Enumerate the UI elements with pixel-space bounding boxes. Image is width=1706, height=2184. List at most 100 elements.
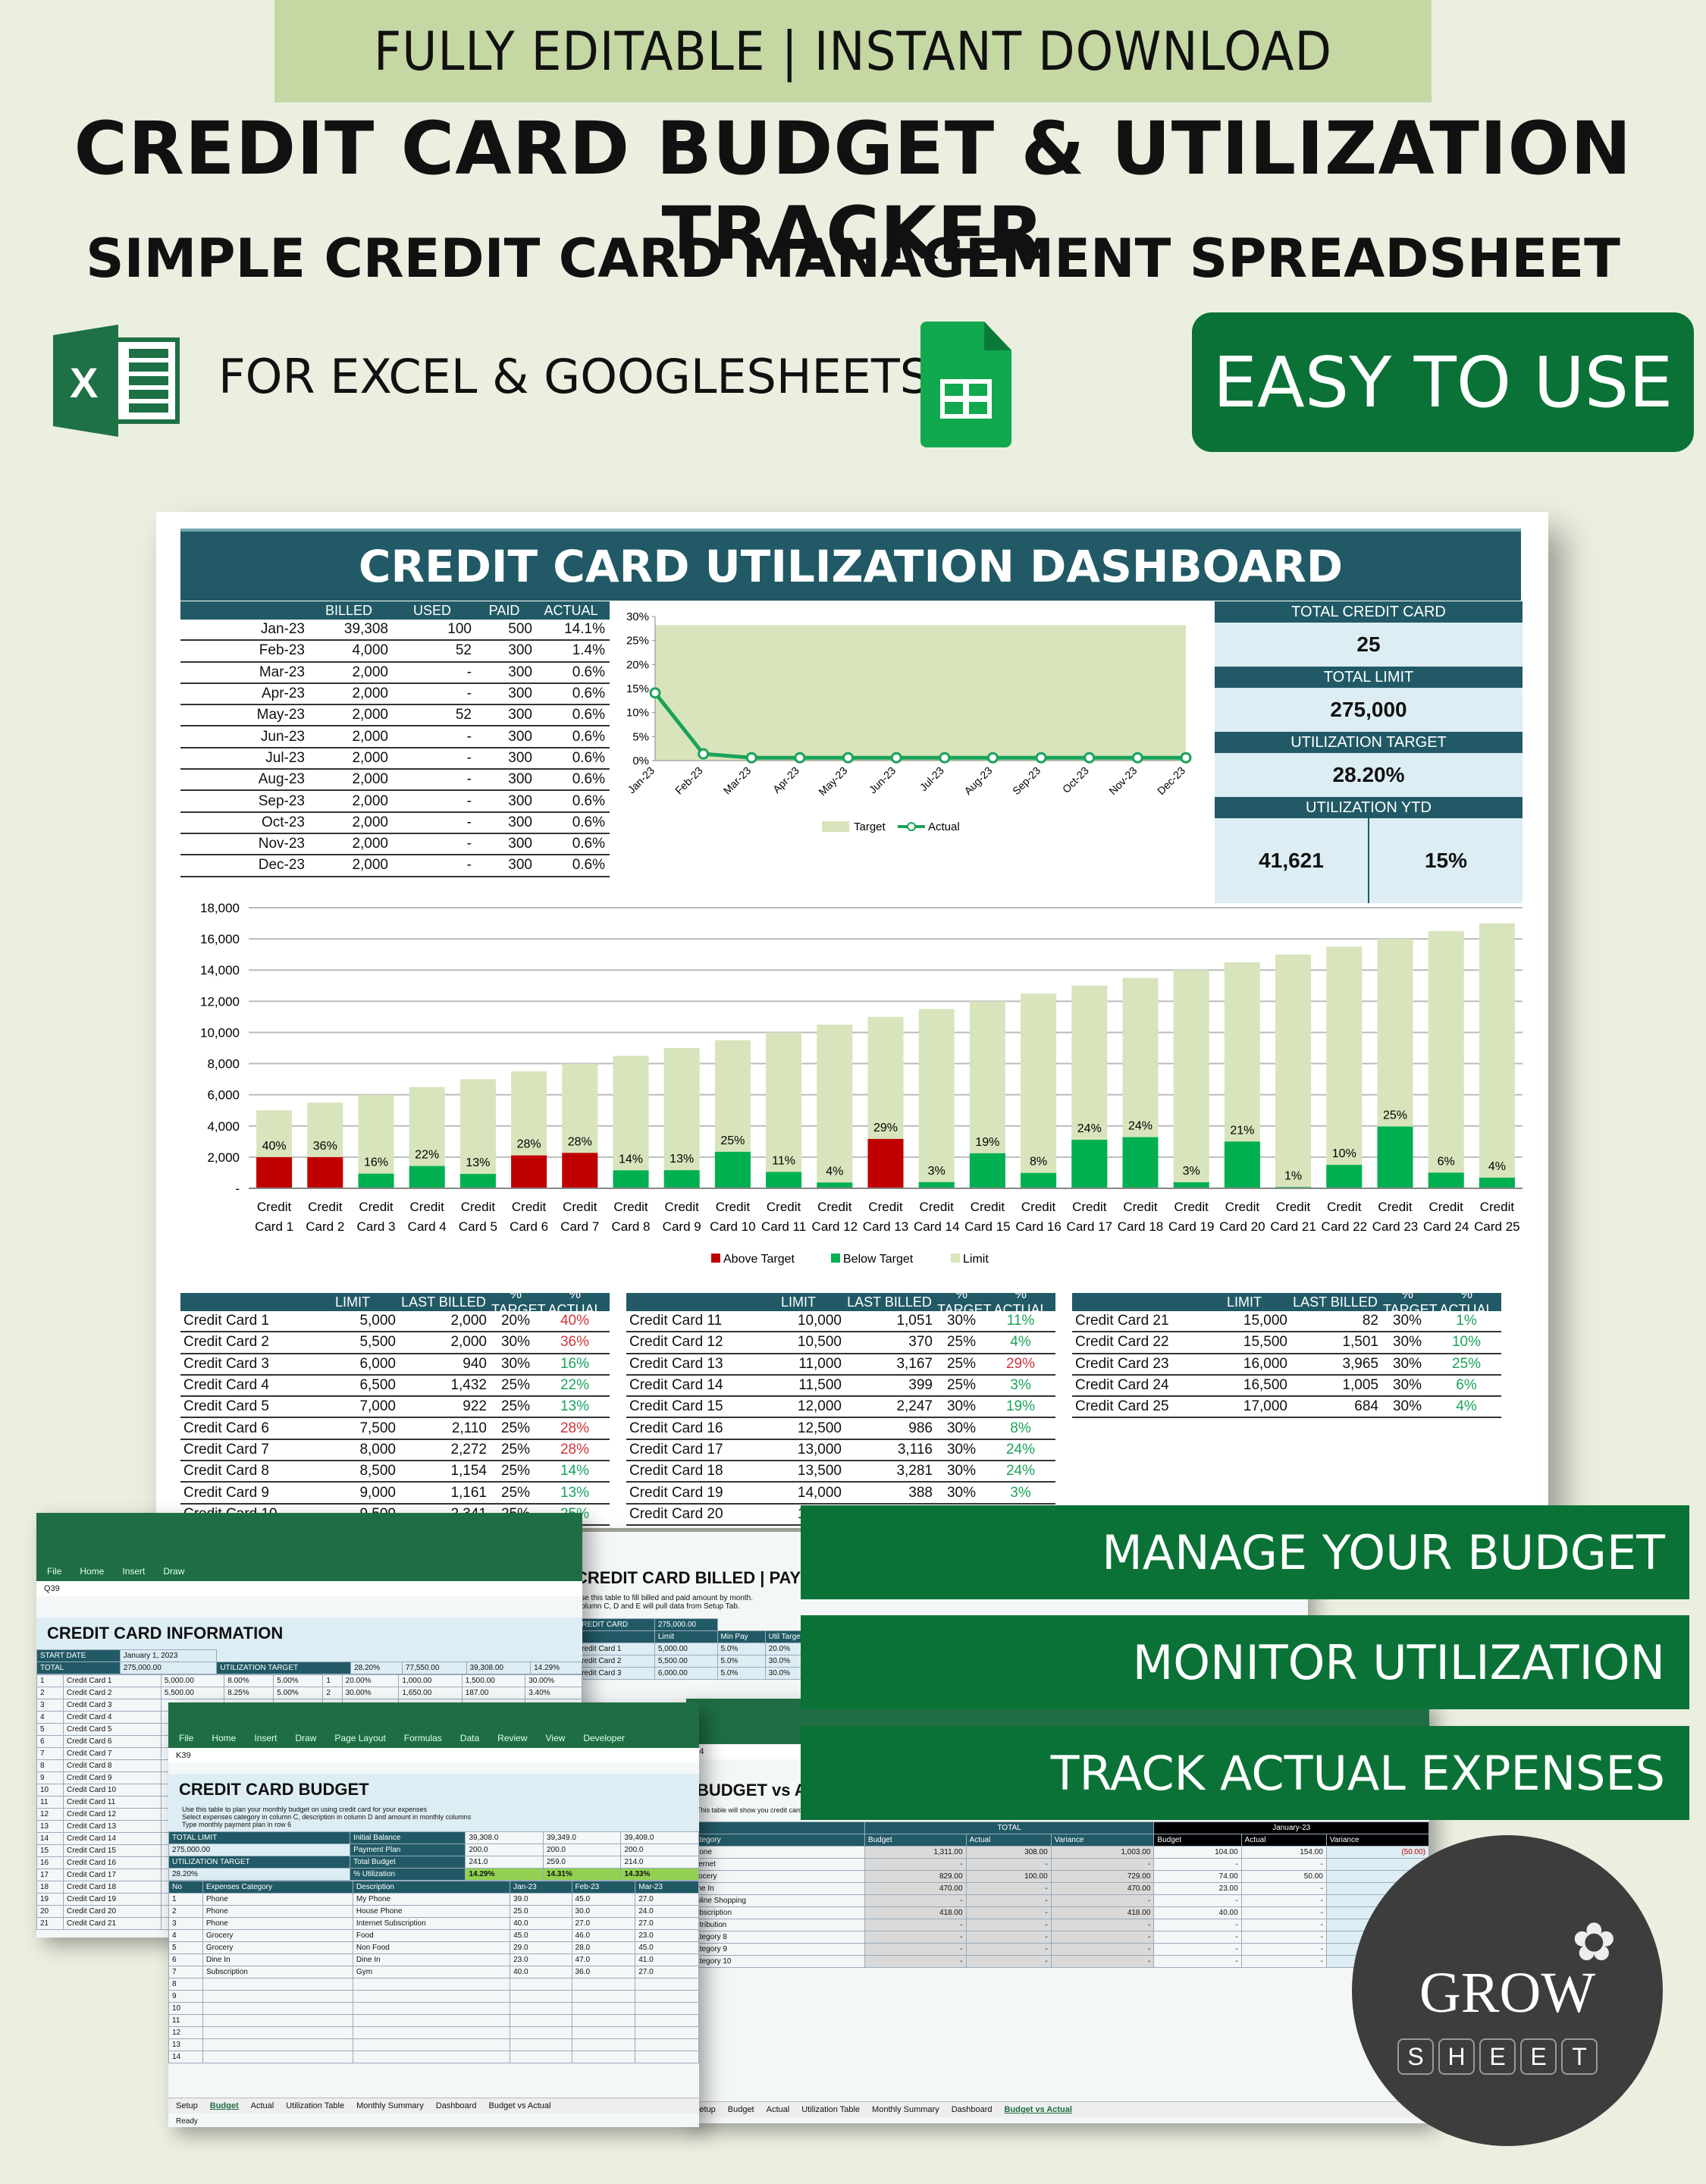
cell[interactable] bbox=[510, 2051, 572, 2063]
cell[interactable]: - bbox=[965, 1894, 1052, 1907]
cell[interactable] bbox=[571, 2014, 636, 2027]
cell[interactable] bbox=[352, 2002, 511, 2015]
cell[interactable]: - bbox=[1153, 1955, 1242, 1968]
cell[interactable]: - bbox=[1240, 1955, 1327, 1968]
cell[interactable]: 5 bbox=[168, 1941, 203, 1954]
cell[interactable]: Credit Card 14 bbox=[63, 1832, 162, 1845]
cell[interactable] bbox=[635, 1978, 699, 1991]
cell[interactable]: - bbox=[864, 1943, 967, 1956]
sheet-tab[interactable]: Setup bbox=[176, 2101, 198, 2110]
cell[interactable]: 6 bbox=[36, 1735, 64, 1748]
cell[interactable]: 24.0 bbox=[635, 1905, 699, 1918]
cell[interactable]: - bbox=[1240, 1894, 1327, 1907]
cell[interactable]: Category 8 bbox=[686, 1931, 865, 1944]
cell[interactable]: - bbox=[864, 1919, 967, 1931]
cell[interactable]: Credit Card 8 bbox=[63, 1759, 162, 1772]
cell[interactable]: - bbox=[1050, 1919, 1155, 1931]
cell[interactable]: 3 bbox=[36, 1699, 64, 1712]
cell[interactable]: 7 bbox=[168, 1966, 203, 1978]
menu-item[interactable]: Formulas bbox=[404, 1733, 442, 1743]
menu-item[interactable]: Data bbox=[460, 1733, 479, 1743]
cell[interactable]: 21 bbox=[36, 1917, 64, 1930]
cell[interactable]: My Phone bbox=[352, 1893, 511, 1906]
cell[interactable]: Phone bbox=[202, 1905, 353, 1918]
cell[interactable]: Phone bbox=[202, 1893, 353, 1906]
cell[interactable]: (50.00) bbox=[1325, 1846, 1429, 1859]
cell[interactable]: - bbox=[1050, 1931, 1155, 1944]
cell[interactable]: Credit Card 6 bbox=[63, 1735, 162, 1748]
cell[interactable]: 23.00 bbox=[1153, 1882, 1242, 1895]
sheet-tab[interactable]: Actual bbox=[251, 2101, 274, 2110]
cell[interactable]: 154.00 bbox=[1240, 1846, 1327, 1859]
cell[interactable] bbox=[635, 1990, 699, 2003]
cell[interactable]: - bbox=[965, 1955, 1052, 1968]
cell[interactable]: - bbox=[864, 1931, 967, 1944]
cell[interactable]: 45.0 bbox=[571, 1893, 636, 1906]
cell[interactable]: Phone bbox=[202, 1917, 353, 1930]
cell[interactable] bbox=[352, 1978, 511, 1991]
cell[interactable]: 40.0 bbox=[510, 1966, 572, 1978]
cell[interactable]: Internet bbox=[686, 1858, 865, 1871]
cell[interactable]: 5,000.00 bbox=[654, 1643, 718, 1655]
cell[interactable]: 74.00 bbox=[1153, 1870, 1242, 1883]
sheet-tab[interactable]: Budget bbox=[728, 2105, 754, 2114]
cell[interactable]: Phone bbox=[686, 1846, 865, 1859]
cell[interactable]: 17 bbox=[36, 1869, 64, 1881]
menu-item[interactable]: Draw bbox=[295, 1733, 316, 1743]
cell[interactable] bbox=[352, 2051, 511, 2063]
menu-insert[interactable]: Insert bbox=[122, 1566, 145, 1577]
cell[interactable] bbox=[352, 1990, 511, 2003]
cell[interactable]: 36.0 bbox=[571, 1966, 636, 1978]
sheet-tab[interactable]: Budget vs Actual bbox=[489, 2101, 551, 2110]
cell[interactable]: Grocery bbox=[202, 1929, 353, 1942]
cell[interactable]: Credit Card 19 bbox=[63, 1893, 162, 1906]
menu-item[interactable]: Home bbox=[212, 1733, 236, 1743]
cell[interactable] bbox=[510, 2014, 572, 2027]
cell[interactable]: 5.00% bbox=[273, 1674, 324, 1687]
cell[interactable]: 39.0 bbox=[510, 1893, 572, 1906]
cell[interactable]: Credit Card 10 bbox=[63, 1784, 162, 1796]
cell[interactable]: 2 bbox=[36, 1687, 64, 1699]
cell[interactable] bbox=[352, 2014, 511, 2027]
sheet-tab[interactable]: Monthly Summary bbox=[356, 2101, 424, 2110]
cell[interactable] bbox=[510, 1978, 572, 1991]
cell[interactable]: Credit Card 18 bbox=[63, 1881, 162, 1894]
cell[interactable] bbox=[571, 2026, 636, 2039]
cell[interactable]: - bbox=[864, 1858, 967, 1871]
cell[interactable]: 5 bbox=[36, 1723, 64, 1736]
cell[interactable]: - bbox=[1240, 1882, 1327, 1895]
cell[interactable]: 14 bbox=[36, 1832, 64, 1845]
cell[interactable]: 11 bbox=[168, 2014, 203, 2027]
cell[interactable]: 11 bbox=[36, 1796, 64, 1809]
cell[interactable]: - bbox=[1240, 1858, 1327, 1871]
cell[interactable]: Non Food bbox=[352, 1941, 511, 1954]
cell[interactable]: 5,500.00 bbox=[160, 1687, 225, 1699]
cell[interactable]: 14 bbox=[168, 2051, 203, 2063]
menu-item[interactable]: Developer bbox=[583, 1733, 625, 1743]
cell[interactable]: 9 bbox=[36, 1771, 64, 1784]
cell[interactable]: 1 bbox=[168, 1893, 203, 1906]
cell[interactable]: - bbox=[1050, 1955, 1155, 1968]
cell[interactable]: 5,000.00 bbox=[160, 1674, 225, 1687]
cell[interactable]: Dine In bbox=[202, 1953, 353, 1966]
cell[interactable]: Credit Card 13 bbox=[63, 1820, 162, 1833]
cell[interactable]: 1 bbox=[36, 1674, 64, 1687]
cell[interactable]: Internet Subscription bbox=[352, 1917, 511, 1930]
cell[interactable]: 29.0 bbox=[510, 1941, 572, 1954]
cell[interactable] bbox=[571, 2002, 636, 2015]
cell[interactable]: Credit Card 2 bbox=[63, 1687, 162, 1699]
cell[interactable]: 50.00 bbox=[1240, 1870, 1327, 1883]
cell[interactable]: 5.0% bbox=[717, 1655, 766, 1668]
cell[interactable]: 418.00 bbox=[1050, 1906, 1155, 1919]
cell[interactable] bbox=[352, 2026, 511, 2039]
menu-home[interactable]: Home bbox=[80, 1566, 104, 1577]
cell[interactable]: Category 9 bbox=[686, 1943, 865, 1956]
cell[interactable]: 20 bbox=[36, 1905, 64, 1918]
cell[interactable]: 8 bbox=[168, 1978, 203, 1991]
cell[interactable]: 47.0 bbox=[571, 1953, 636, 1966]
cell[interactable]: 27.0 bbox=[635, 1893, 699, 1906]
cell[interactable]: 30.0 bbox=[571, 1905, 636, 1918]
cell[interactable]: 470.00 bbox=[1050, 1882, 1155, 1895]
cell[interactable]: 30.00% bbox=[341, 1687, 400, 1699]
menu-item[interactable]: Page Layout bbox=[334, 1733, 385, 1743]
